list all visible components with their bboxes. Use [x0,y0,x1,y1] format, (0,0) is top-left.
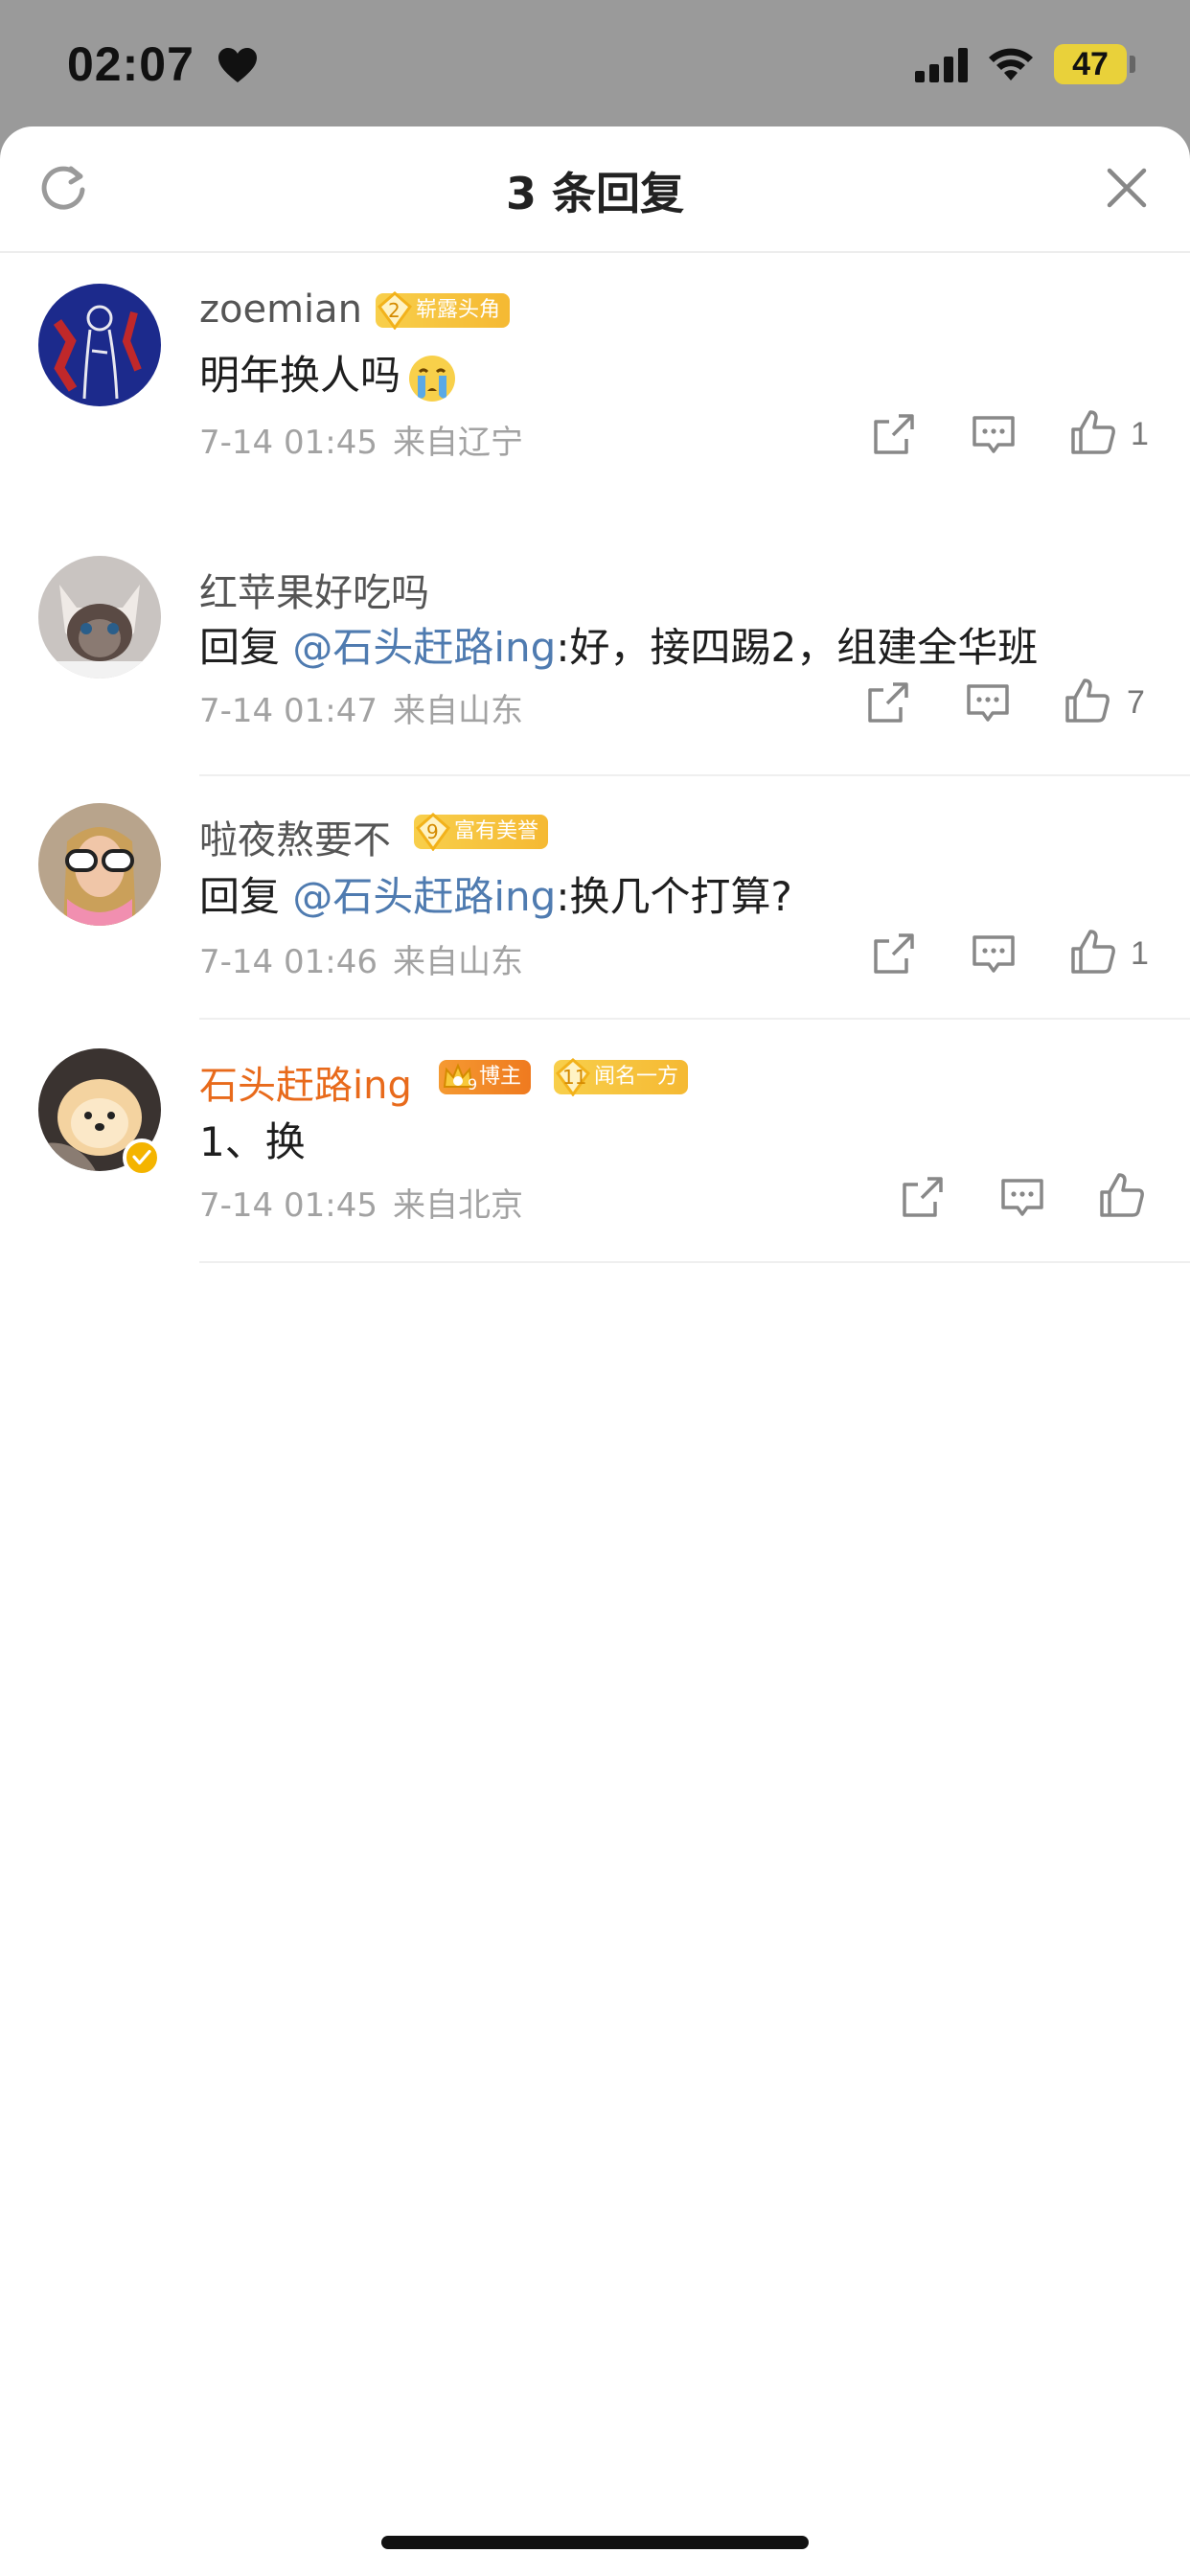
comment-username[interactable]: 红苹果好吃吗 [199,562,429,617]
share-icon[interactable] [870,930,918,978]
comment-location: 来自北京 [392,1186,523,1225]
comment-meta: 7-14 01:46 来自山东 [199,935,523,982]
comment-username[interactable]: 啦夜熬要不 [199,809,391,864]
comment-username[interactable]: zoemian [199,288,362,332]
share-icon[interactable] [870,410,918,458]
battery-cap [1130,56,1135,73]
sheet-title: 3 条回复 [505,168,685,219]
comment-text: :好，接四踢2，组建全华班 [556,624,1039,671]
comment-text: :换几个打算? [556,873,792,920]
status-bar: 02:07 47 [0,0,1190,126]
share-icon[interactable] [899,1173,947,1221]
status-time: 02:07 [67,37,195,91]
like-icon[interactable] [1064,677,1111,724]
comment-item: zoemian 2 崭露头角 明年换人吗 7-14 01:45 来自辽宁 1 [0,270,1190,539]
heart-icon [218,48,257,82]
comment-location: 来自山东 [392,692,523,730]
badge-level: 2 [388,299,400,322]
sheet-header: 3 条回复 [0,126,1190,253]
comment-meta: 7-14 01:45 来自辽宁 [199,416,523,463]
comment-text: 1、换 [199,1118,306,1165]
close-icon[interactable] [1104,165,1150,211]
comment-time: 7-14 01:45 [199,424,378,462]
like-count: 7 [1127,684,1145,721]
divider [199,774,1190,776]
user-badge: 9 博主 [439,1060,532,1094]
like-icon[interactable] [1069,928,1117,976]
badge-text: 富有美誉 [454,819,539,843]
badge-text: 博主 [479,1065,522,1089]
user-badge: 2 崭露头角 [376,291,511,330]
badge-level: 11 [562,1066,587,1089]
comment-text: 明年换人吗 [199,352,401,399]
badge-text: 崭露头角 [416,298,501,322]
comment-item: 石头赶路ing 9 博主 11 闻名一方 1、换 7-14 01:45 来自北京 [0,1031,1190,1275]
battery-level: 47 [1072,46,1109,82]
comment-content: 回复 @石头赶路ing:好，接四踢2，组建全华班 [199,615,1038,674]
comment-content: 明年换人吗 [199,343,458,404]
verified-icon [123,1138,161,1177]
comment-icon[interactable] [970,930,1018,978]
badge-level: 9 [468,1075,478,1093]
comment-item: 啦夜熬要不 9 富有美誉 回复 @石头赶路ing:换几个打算? 7-14 01:… [0,788,1190,1031]
comment-icon[interactable] [970,410,1018,458]
mention-link[interactable]: @石头赶路ing [292,873,556,920]
badge-level: 9 [426,820,439,843]
like-count: 1 [1131,416,1149,452]
comment-time: 7-14 01:47 [199,692,378,730]
comment-item: 红苹果好吃吗 回复 @石头赶路ing:好，接四踢2，组建全华班 7-14 01:… [0,539,1190,790]
user-badge: 9 富有美誉 [414,813,549,851]
home-indicator[interactable] [381,2536,809,2549]
user-badge: 11 闻名一方 [554,1058,689,1096]
comment-meta: 7-14 01:47 来自山东 [199,684,523,731]
comment-content: 回复 @石头赶路ing:换几个打算? [199,864,792,923]
comment-meta: 7-14 01:45 来自北京 [199,1179,523,1226]
comment-location: 来自山东 [392,943,523,981]
like-icon[interactable] [1069,408,1117,456]
comment-time: 7-14 01:46 [199,943,378,981]
signal-icon [915,48,968,82]
wifi-icon [989,48,1033,80]
reply-prefix: 回复 [199,873,281,920]
comment-location: 来自辽宁 [392,424,523,462]
comment-time: 7-14 01:45 [199,1186,378,1225]
comment-username[interactable]: 石头赶路ing [199,1054,412,1110]
divider [199,1018,1190,1020]
avatar[interactable] [38,284,161,406]
badge-text: 闻名一方 [594,1065,679,1089]
divider [199,1261,1190,1263]
replies-sheet: 3 条回复 zoemian 2 崭露头角 明年换人吗 7-14 01:45 来自… [0,126,1190,2576]
avatar[interactable] [38,556,161,678]
comment-icon[interactable] [964,678,1012,726]
like-count: 1 [1131,935,1149,972]
crying-face-icon [409,355,456,402]
avatar[interactable] [38,803,161,926]
comment-content: 1、换 [199,1110,306,1168]
comment-icon[interactable] [998,1173,1046,1221]
mention-link[interactable]: @石头赶路ing [292,624,556,671]
reply-prefix: 回复 [199,624,281,671]
like-icon[interactable] [1098,1171,1146,1219]
share-icon[interactable] [864,678,912,726]
